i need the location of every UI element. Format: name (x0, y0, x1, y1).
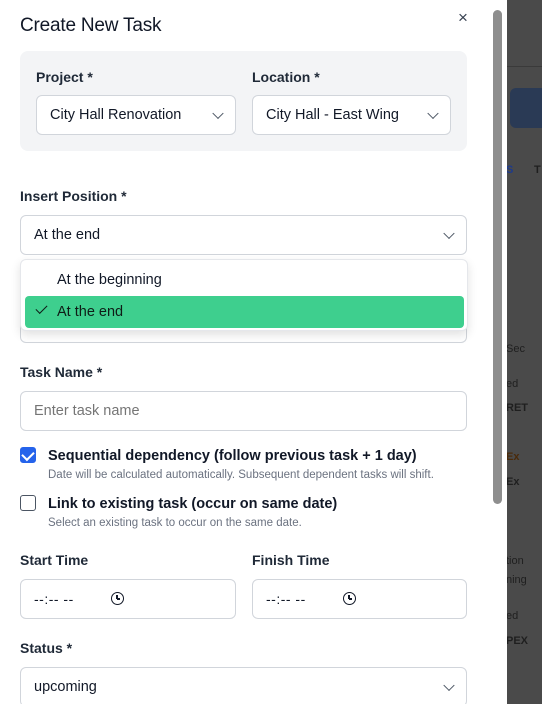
task-name-input[interactable] (20, 391, 467, 431)
backdrop-button (510, 88, 542, 128)
project-label: Project * (36, 69, 93, 85)
status-label: Status * (20, 640, 73, 656)
sequential-label: Sequential dependency (follow previous t… (48, 448, 417, 464)
option-label: At the beginning (57, 272, 162, 288)
start-time-label: Start Time (20, 552, 89, 568)
project-select[interactable]: City Hall Renovation (36, 95, 236, 135)
backdrop-text: Ex (506, 476, 520, 488)
finish-time-label: Finish Time (252, 552, 330, 568)
backdrop-text: Ex (506, 451, 520, 463)
option-at-end[interactable]: At the end (25, 296, 464, 328)
modal-scrollbar[interactable] (493, 10, 502, 504)
insert-position-dropdown: At the beginning At the end (20, 259, 468, 331)
project-value: City Hall Renovation (50, 107, 182, 123)
option-at-beginning[interactable]: At the beginning (25, 264, 464, 296)
status-value: upcoming (34, 679, 97, 695)
link-existing-checkbox[interactable] (20, 495, 36, 511)
modal-title: Create New Task (20, 15, 162, 36)
chevron-down-icon (212, 107, 224, 120)
close-icon[interactable]: × (458, 8, 468, 28)
sequential-checkbox[interactable] (20, 447, 36, 463)
start-time-input[interactable]: --:-- -- (20, 579, 236, 619)
link-existing-help: Select an existing task to occur on the … (48, 517, 302, 529)
chevron-down-icon (427, 107, 439, 120)
link-existing-label: Link to existing task (occur on same dat… (48, 496, 338, 512)
chevron-down-icon (443, 679, 455, 692)
finish-time-input[interactable]: --:-- -- (252, 579, 467, 619)
check-icon (35, 301, 48, 315)
backdrop-text: ning (506, 574, 527, 586)
backdrop-text: T (534, 164, 541, 176)
backdrop-text: tion (506, 555, 524, 567)
backdrop-text: ed (506, 378, 519, 390)
clock-icon[interactable] (111, 592, 124, 605)
status-select[interactable]: upcoming (20, 667, 467, 704)
backdrop-text: Sec (506, 343, 525, 355)
task-name-label: Task Name * (20, 364, 103, 380)
location-label: Location * (252, 69, 320, 85)
backdrop-divider (507, 66, 542, 67)
backdrop-text: PEX (506, 635, 529, 647)
insert-position-value: At the end (34, 227, 101, 243)
backdrop-text: ed (506, 610, 519, 622)
insert-position-select[interactable]: At the end (20, 215, 467, 255)
insert-position-label: Insert Position * (20, 188, 127, 204)
clock-icon[interactable] (343, 592, 356, 605)
create-task-modal: Create New Task × Project * City Hall Re… (0, 0, 507, 704)
backdrop-text: S (506, 164, 514, 176)
sequential-help: Date will be calculated automatically. S… (48, 469, 434, 481)
location-select[interactable]: City Hall - East Wing (252, 95, 451, 135)
option-label: At the end (57, 304, 124, 320)
chevron-down-icon (443, 227, 455, 240)
backdrop-text: RET (506, 402, 528, 414)
finish-time-value: --:-- -- (266, 591, 306, 607)
start-time-value: --:-- -- (34, 591, 74, 607)
location-value: City Hall - East Wing (266, 107, 399, 123)
